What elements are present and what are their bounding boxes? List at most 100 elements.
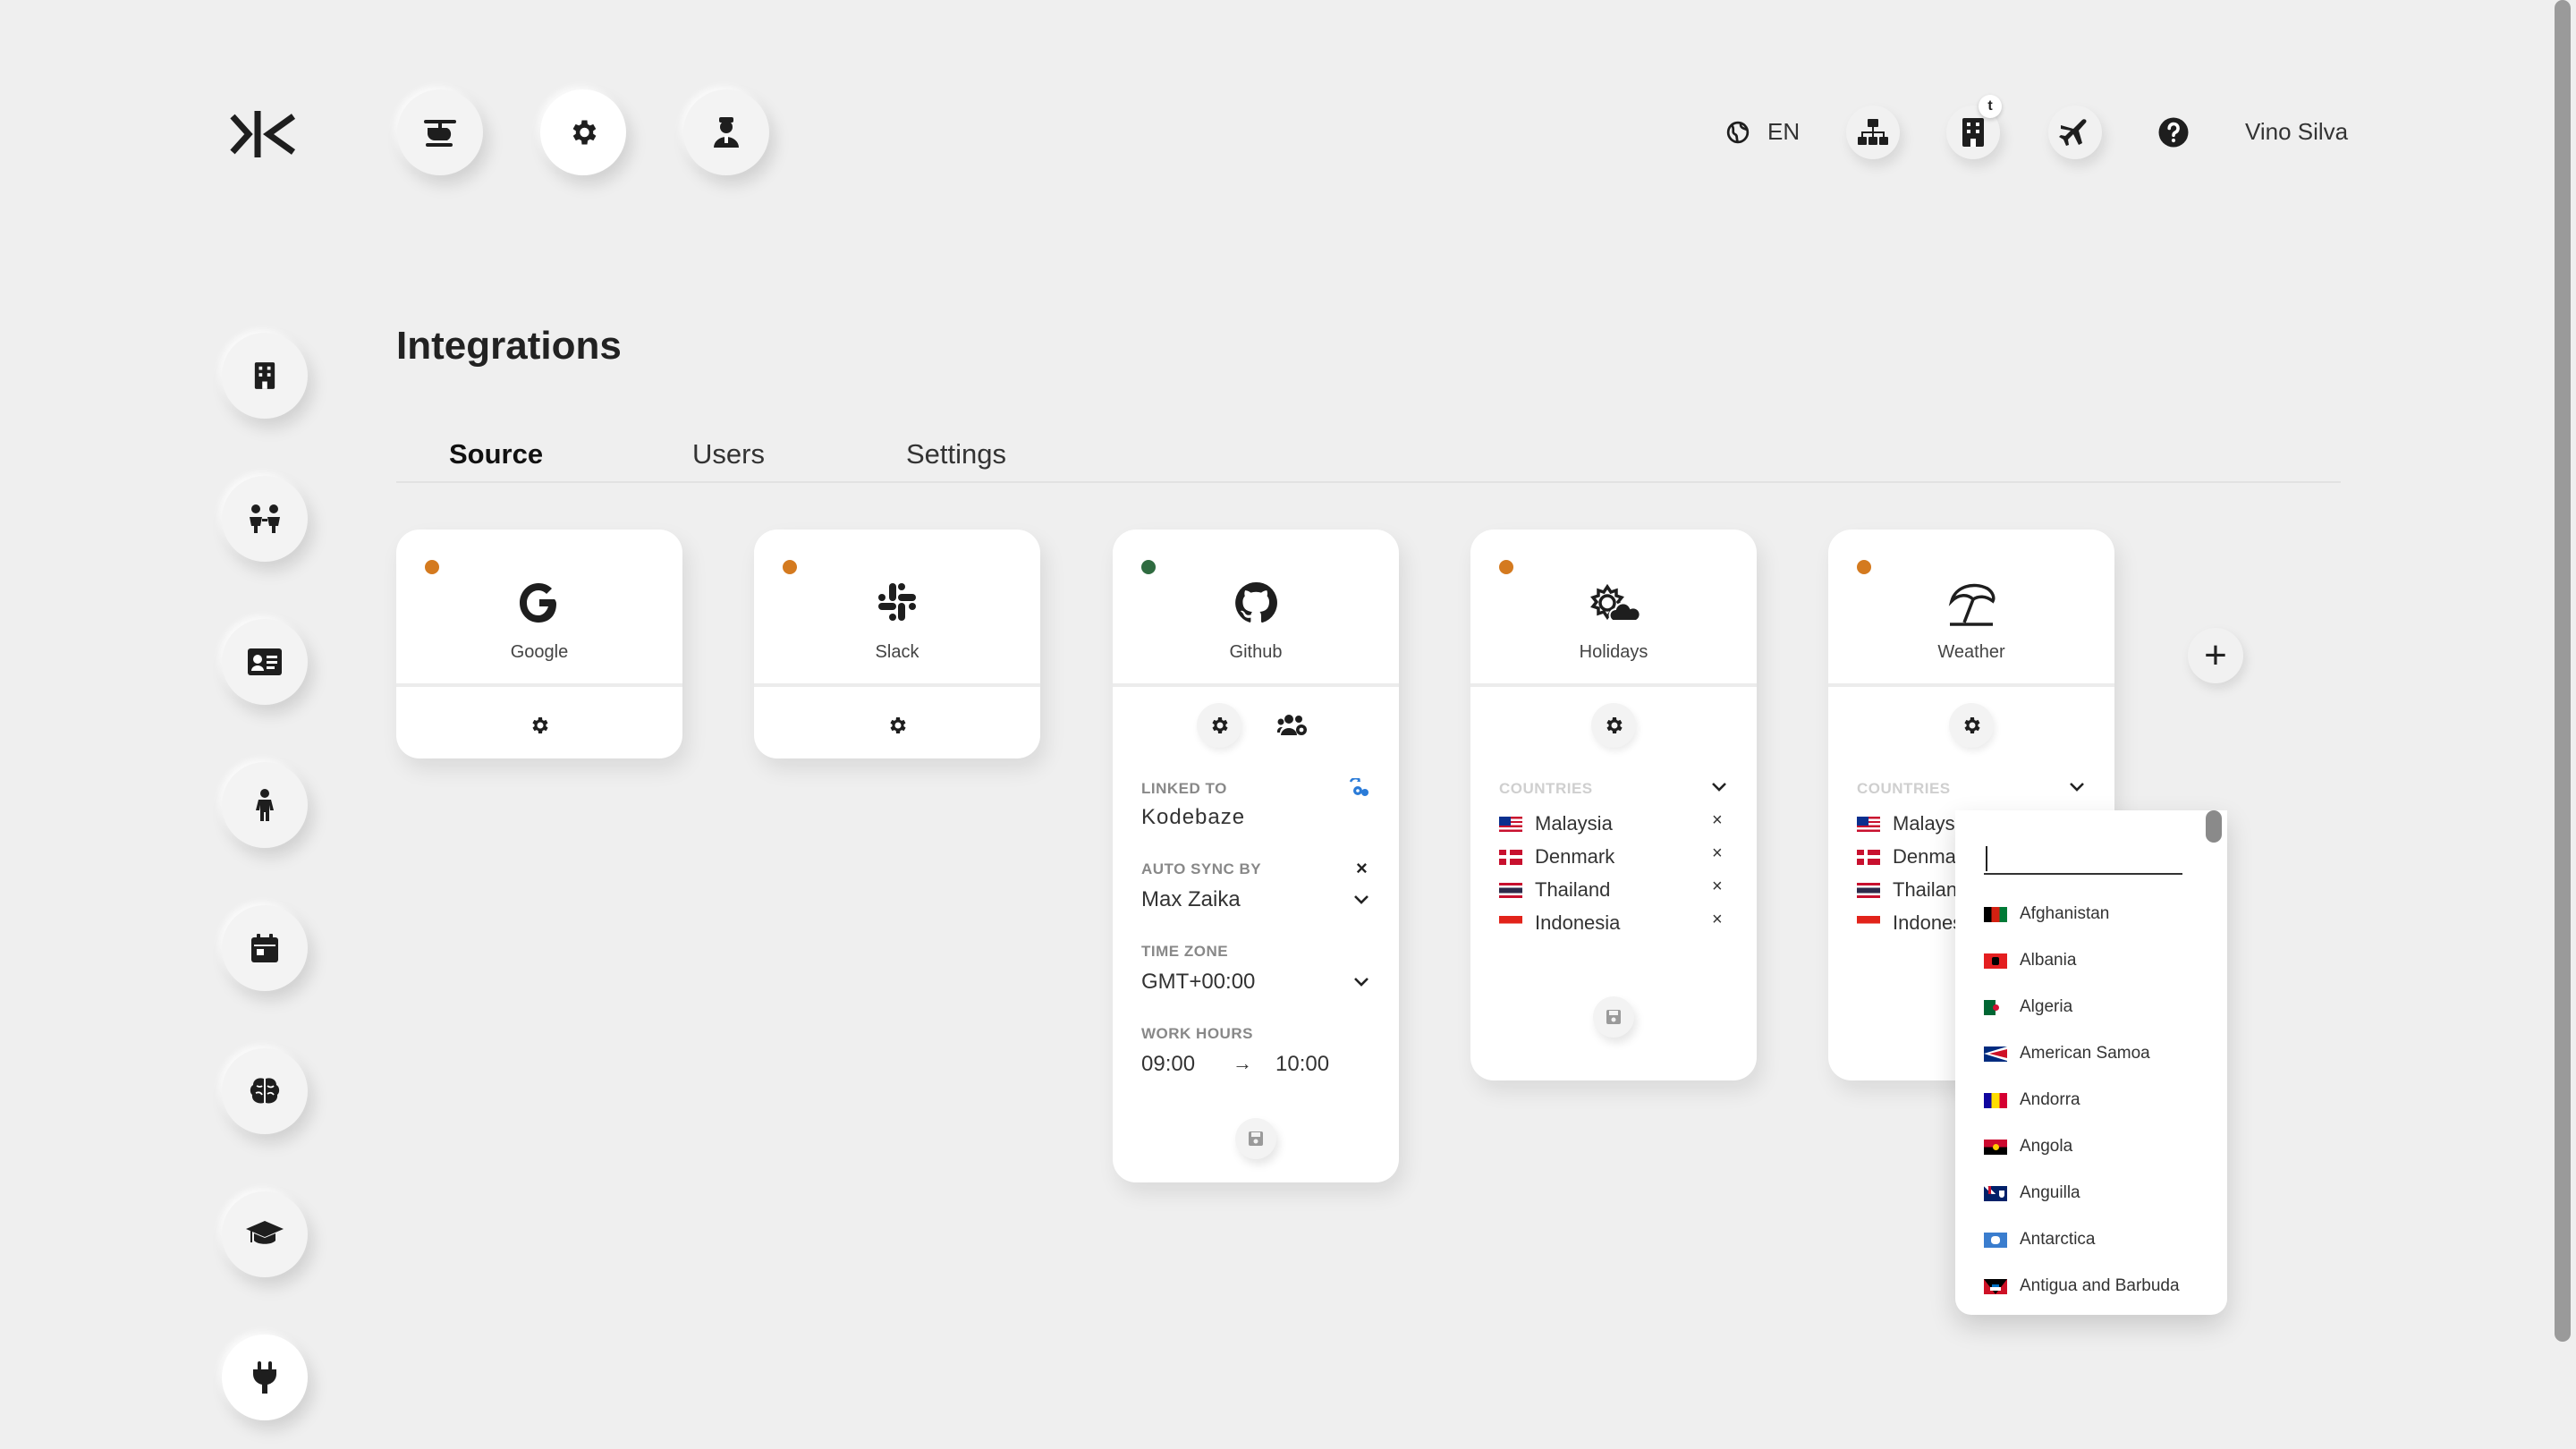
- integration-card-google[interactable]: Google: [396, 530, 682, 758]
- building-icon: [254, 362, 275, 389]
- card-users-settings-button[interactable]: [1270, 703, 1315, 748]
- option-label: American Samoa: [2020, 1044, 2150, 1063]
- travel-button[interactable]: [2048, 106, 2102, 159]
- app-logo[interactable]: [229, 107, 297, 161]
- countries-dropdown-toggle[interactable]: [1710, 778, 1728, 796]
- work-hours-end[interactable]: 10:00: [1275, 1052, 1329, 1077]
- user-name[interactable]: Vino Silva: [2245, 118, 2348, 146]
- globe-icon: [1726, 121, 1750, 143]
- text-caret: [1986, 846, 1987, 871]
- top-nav-user[interactable]: [683, 89, 769, 175]
- integration-card-github[interactable]: Github LINKED TO Kodebaze AUTO SYNC BY ×…: [1113, 530, 1399, 1182]
- plane-icon: [2059, 119, 2087, 146]
- umbrella-beach-icon: [1948, 583, 1996, 626]
- integration-card-slack[interactable]: Slack: [754, 530, 1040, 758]
- country-name: Denmark: [1535, 845, 1615, 868]
- remove-country-button[interactable]: ×: [1712, 910, 1723, 930]
- sidebar-item-calendar[interactable]: [222, 905, 308, 991]
- sidebar-item-skills[interactable]: [222, 1048, 308, 1134]
- indonesia-flag-icon: [1499, 915, 1522, 931]
- sidebar-item-directory[interactable]: [222, 619, 308, 705]
- save-button[interactable]: [1235, 1118, 1276, 1159]
- denmark-flag-icon: [1499, 849, 1522, 865]
- gear-icon: [532, 717, 548, 733]
- remove-country-button[interactable]: ×: [1712, 810, 1723, 831]
- angola-flag-icon: [1984, 1139, 2007, 1155]
- sidebar-item-people[interactable]: [222, 476, 308, 562]
- malaysia-flag-icon: [1499, 816, 1522, 832]
- integration-card-holidays[interactable]: Holidays COUNTRIES Malaysia × Denmark × …: [1470, 530, 1757, 1080]
- help-icon: [2158, 117, 2189, 148]
- country-chip: Indones: [1857, 910, 1962, 936]
- time-zone-select[interactable]: GMT+00:00: [1141, 970, 1255, 995]
- slack-icon: [878, 583, 916, 621]
- remove-country-button[interactable]: ×: [1712, 877, 1723, 897]
- linked-to-value: Kodebaze: [1141, 805, 1246, 829]
- helicopter-icon: [424, 120, 456, 147]
- page-scrollbar[interactable]: [2555, 0, 2571, 1342]
- country-option-american-samoa[interactable]: American Samoa: [1984, 1039, 2150, 1068]
- option-label: Angola: [2020, 1137, 2073, 1156]
- sidebar-item-integrations[interactable]: [222, 1335, 308, 1420]
- gear-icon: [572, 120, 597, 145]
- work-hours-start[interactable]: 09:00: [1141, 1052, 1195, 1077]
- country-search-input[interactable]: [1984, 843, 2182, 875]
- card-settings-button[interactable]: [1949, 703, 1994, 748]
- thailand-flag-icon: [1857, 882, 1880, 898]
- linked-to-label: LINKED TO: [1141, 780, 1227, 797]
- time-zone-dropdown-toggle[interactable]: [1352, 973, 1370, 991]
- country-option-antarctica[interactable]: Antarctica: [1984, 1225, 2095, 1254]
- anguilla-flag-icon: [1984, 1185, 2007, 1201]
- add-integration-button[interactable]: +: [2188, 628, 2243, 683]
- page-title: Integrations: [396, 324, 622, 368]
- graduation-cap-icon: [246, 1221, 284, 1244]
- antarctica-flag-icon: [1984, 1232, 2007, 1248]
- country-option-anguilla[interactable]: Anguilla: [1984, 1179, 2080, 1208]
- country-option-antigua-and-barbuda[interactable]: Antigua and Barbuda: [1984, 1272, 2180, 1301]
- status-dot: [1141, 560, 1156, 574]
- github-icon: [1235, 581, 1277, 623]
- dropdown-scrollbar[interactable]: [2206, 810, 2222, 843]
- countries-label: COUNTRIES: [1499, 780, 1593, 797]
- chevron-down-icon: [1354, 895, 1368, 904]
- tab-settings[interactable]: Settings: [906, 438, 1006, 470]
- sidebar-item-company[interactable]: [222, 333, 308, 419]
- country-option-andorra[interactable]: Andorra: [1984, 1086, 2080, 1114]
- tab-source[interactable]: Source: [449, 438, 543, 470]
- auto-sync-dropdown-toggle[interactable]: [1352, 891, 1370, 909]
- country-option-angola[interactable]: Angola: [1984, 1132, 2072, 1161]
- american-samoa-flag-icon: [1984, 1046, 2007, 1062]
- tab-users[interactable]: Users: [692, 438, 765, 470]
- country-chip: Thailanc: [1857, 877, 1967, 903]
- clear-auto-sync-button[interactable]: ×: [1356, 857, 1368, 880]
- sidebar-item-employee[interactable]: [222, 762, 308, 848]
- remove-country-button[interactable]: ×: [1712, 843, 1723, 864]
- thailand-flag-icon: [1499, 882, 1522, 898]
- help-button[interactable]: [2147, 106, 2200, 159]
- country-option-albania[interactable]: Albania: [1984, 946, 2076, 975]
- country-option-algeria[interactable]: Algeria: [1984, 993, 2072, 1021]
- sun-cloud-icon: [1590, 583, 1641, 622]
- card-settings-button[interactable]: [875, 703, 919, 748]
- org-chart-button[interactable]: [1846, 106, 1900, 159]
- country-name: Denmar: [1893, 845, 1963, 868]
- top-nav-settings[interactable]: [540, 89, 626, 175]
- auto-sync-select[interactable]: Max Zaika: [1141, 887, 1241, 912]
- status-dot: [425, 560, 439, 574]
- card-settings-button[interactable]: [1591, 703, 1636, 748]
- countries-dropdown-toggle[interactable]: [2068, 778, 2086, 796]
- card-settings-button[interactable]: [517, 703, 562, 748]
- link-sync-icon: [1349, 778, 1368, 796]
- albania-flag-icon: [1984, 953, 2007, 969]
- top-nav-helicopter[interactable]: [397, 89, 483, 175]
- country-option-afghanistan[interactable]: Afghanistan: [1984, 900, 2109, 928]
- chevron-up-icon: [2070, 783, 2084, 792]
- people-icon: [250, 504, 280, 533]
- card-settings-button[interactable]: [1197, 703, 1241, 748]
- relink-button[interactable]: [1349, 778, 1370, 798]
- save-button[interactable]: [1593, 996, 1634, 1038]
- company-button[interactable]: t: [1946, 95, 2002, 159]
- language-selector[interactable]: EN: [1726, 118, 1800, 146]
- work-hours-label: WORK HOURS: [1141, 1025, 1253, 1042]
- sidebar-item-learning[interactable]: [222, 1191, 308, 1277]
